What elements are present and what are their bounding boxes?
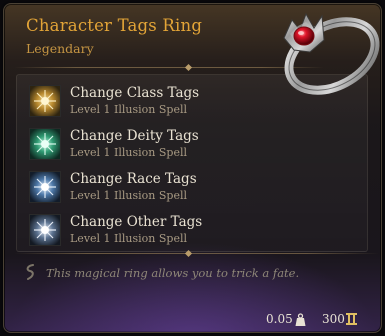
spell-name: Change Race Tags [70, 171, 197, 187]
swirl-icon [26, 264, 34, 280]
teal-sunburst-icon [29, 128, 61, 160]
item-rarity: Legendary [26, 41, 94, 56]
spell-name: Change Class Tags [70, 85, 200, 101]
spell-item[interactable]: Change Other Tags Level 1 Illusion Spell [29, 214, 359, 250]
spell-item[interactable]: Change Deity Tags Level 1 Illusion Spell [29, 128, 359, 164]
blue-sunburst-icon [29, 171, 61, 203]
divider-ornament [184, 63, 193, 72]
spell-level: Level 1 Illusion Spell [70, 103, 188, 116]
item-title: Character Tags Ring [26, 16, 203, 35]
spell-list: Change Class Tags Level 1 Illusion Spell [16, 74, 368, 252]
item-description: This magical ring allows you to trick a … [46, 266, 300, 280]
spell-level: Level 1 Illusion Spell [70, 232, 188, 245]
spell-name: Change Other Tags [70, 214, 203, 230]
weight-icon [295, 313, 306, 326]
spell-level: Level 1 Illusion Spell [70, 146, 188, 159]
gold-coin-icon [346, 313, 357, 325]
spell-name: Change Deity Tags [70, 128, 199, 144]
gold-sunburst-icon [29, 85, 61, 117]
ring-with-red-gem-icon [283, 12, 380, 95]
description-divider [14, 253, 379, 254]
spell-item[interactable]: Change Race Tags Level 1 Illusion Spell [29, 171, 359, 207]
item-value: 300 [322, 312, 345, 326]
silver-sunburst-icon [29, 214, 61, 246]
item-weight: 0.05 [266, 312, 293, 326]
spell-level: Level 1 Illusion Spell [70, 189, 188, 202]
